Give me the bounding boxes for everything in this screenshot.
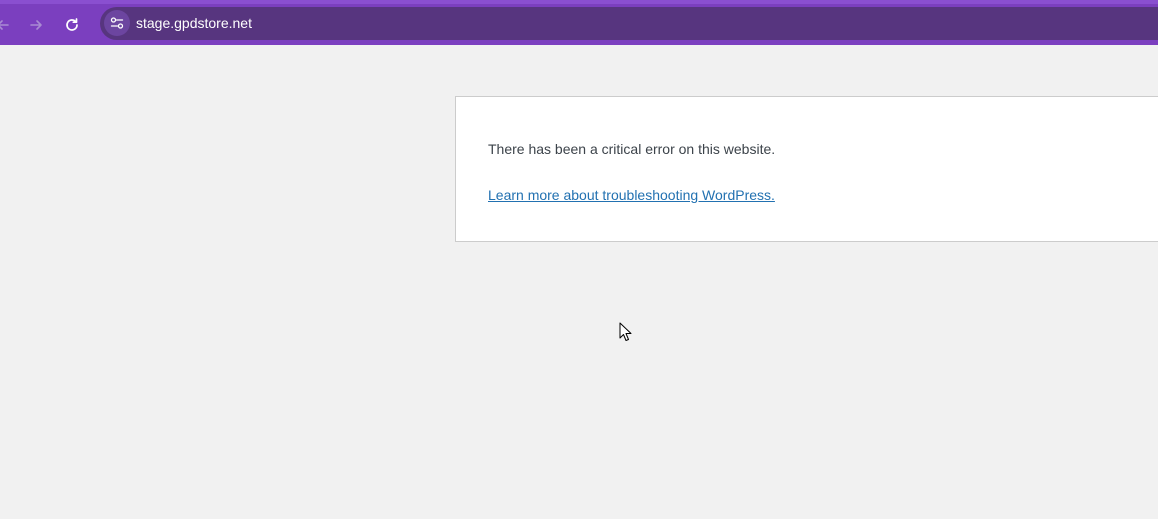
back-arrow-icon bbox=[0, 20, 9, 30]
forward-button[interactable] bbox=[23, 12, 49, 38]
reload-button[interactable] bbox=[59, 12, 85, 38]
error-message-box: There has been a critical error on this … bbox=[455, 96, 1158, 242]
forward-arrow-icon bbox=[30, 20, 42, 30]
address-bar[interactable]: stage.gpdstore.net bbox=[100, 7, 1158, 40]
mouse-cursor-icon bbox=[619, 322, 632, 341]
site-info-button[interactable] bbox=[104, 10, 130, 36]
troubleshooting-link[interactable]: Learn more about troubleshooting WordPre… bbox=[488, 187, 775, 203]
url-text[interactable]: stage.gpdstore.net bbox=[136, 15, 252, 31]
site-settings-icon bbox=[110, 17, 124, 29]
reload-icon bbox=[66, 18, 78, 31]
back-button[interactable] bbox=[0, 12, 16, 38]
error-message: There has been a critical error on this … bbox=[488, 141, 776, 157]
browser-toolbar: stage.gpdstore.net bbox=[0, 0, 1158, 45]
